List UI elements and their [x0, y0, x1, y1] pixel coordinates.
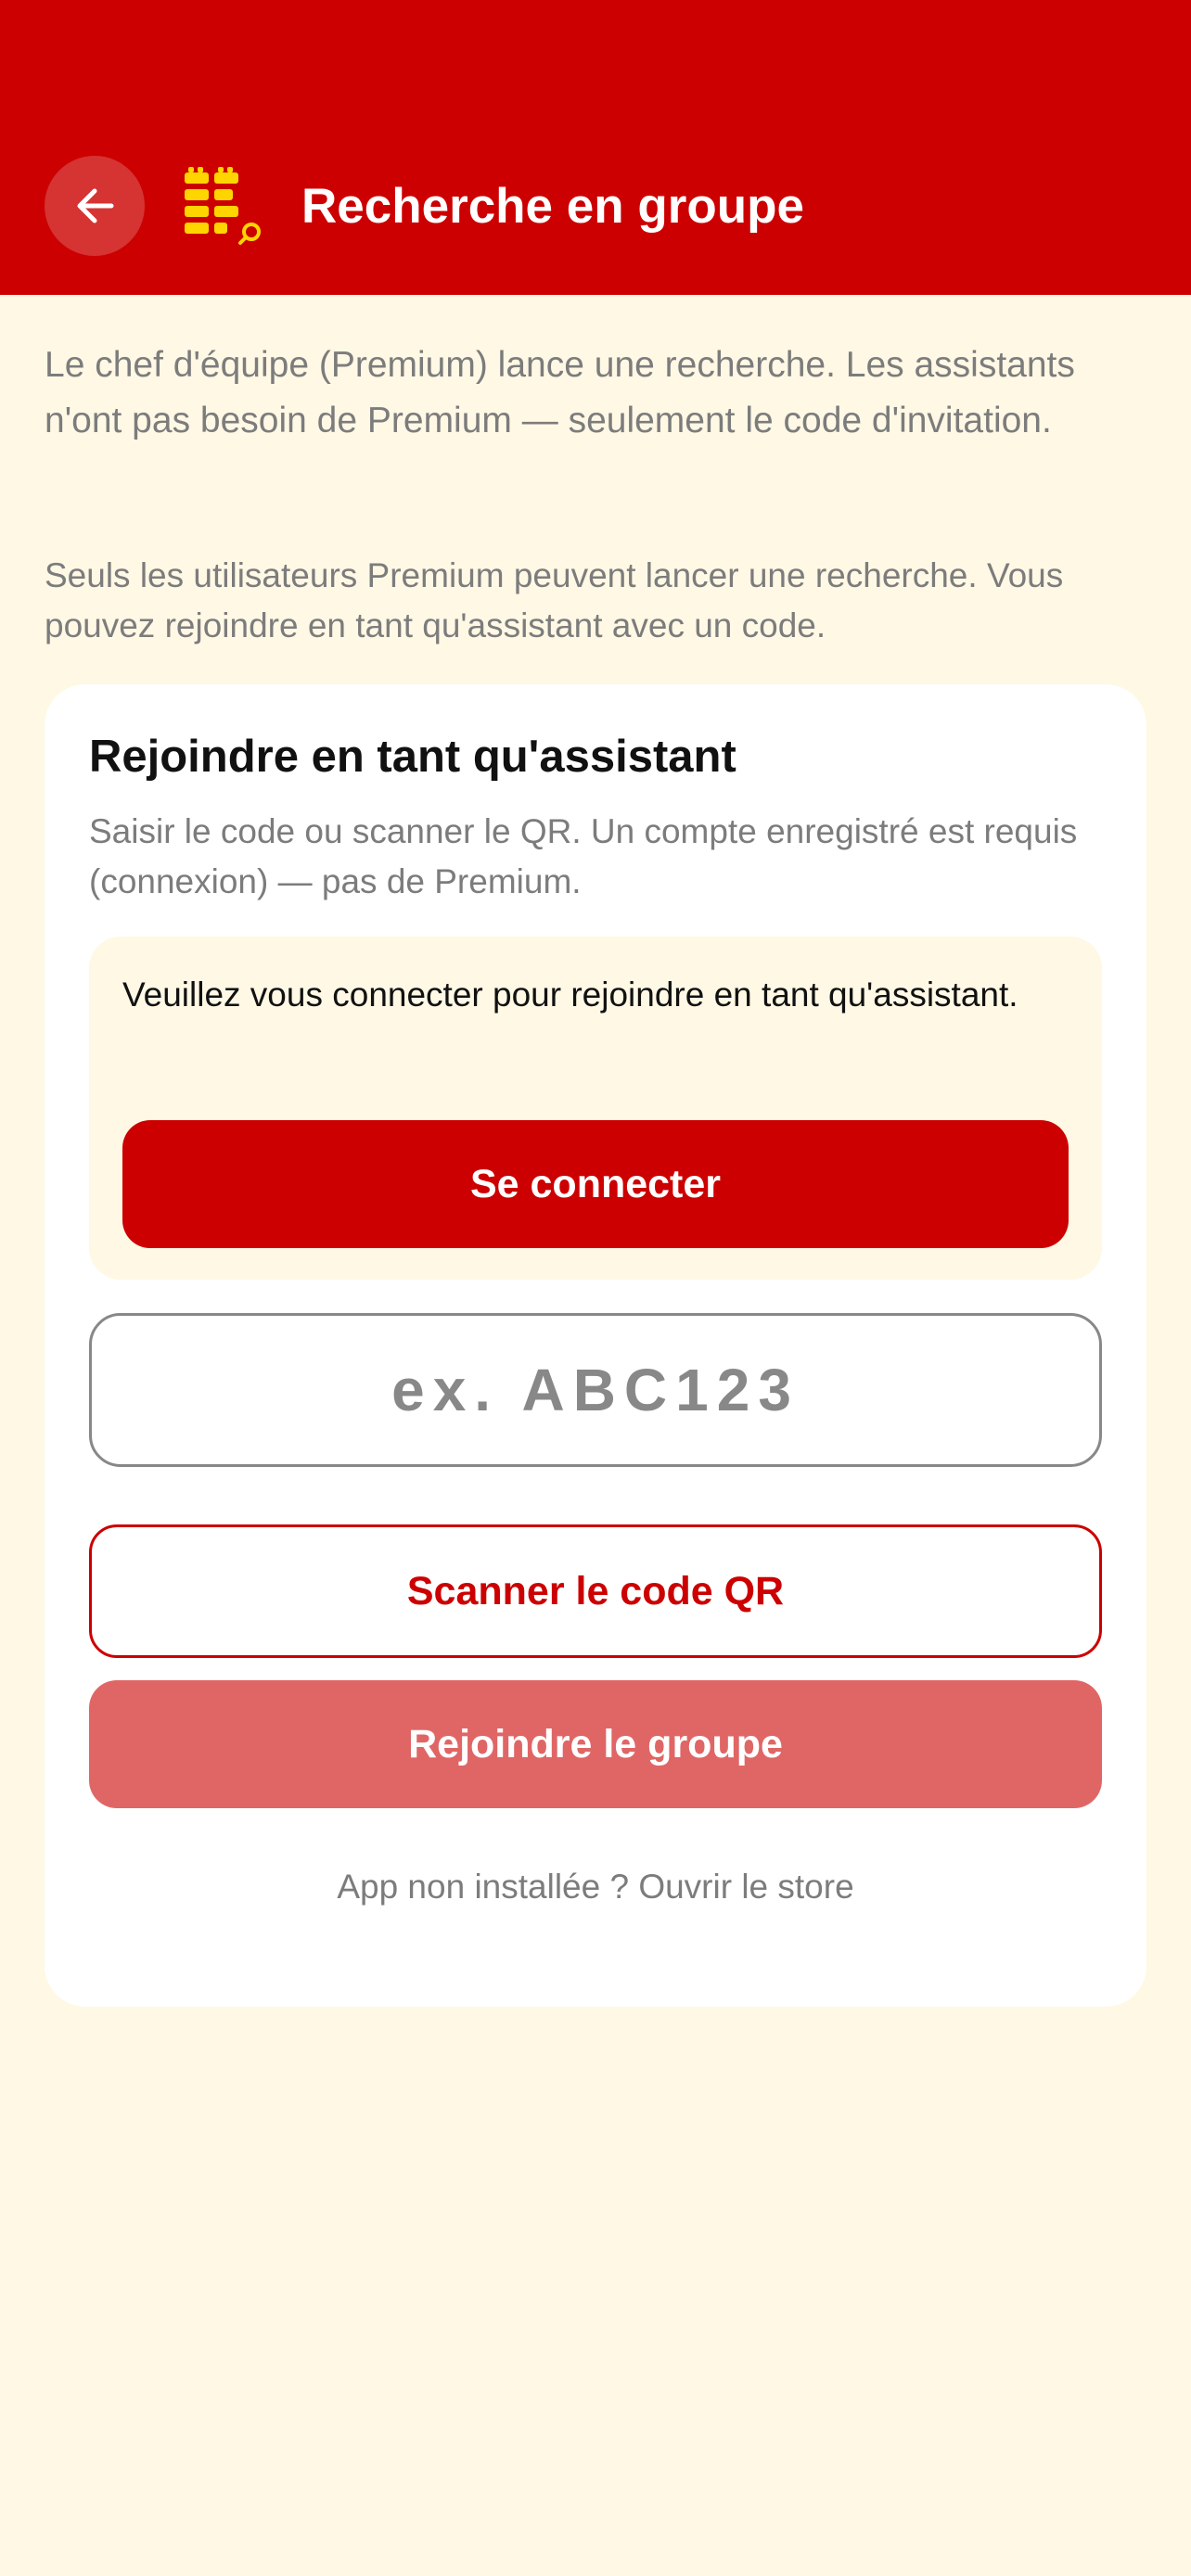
- login-prompt-text: Veuillez vous connecter pour rejoindre e…: [122, 976, 1018, 1014]
- invite-code-input[interactable]: [89, 1313, 1102, 1467]
- brick-search-logo-icon: [185, 167, 261, 245]
- back-button[interactable]: [45, 156, 145, 256]
- card-title: Rejoindre en tant qu'assistant: [89, 732, 736, 782]
- scan-qr-button[interactable]: Scanner le code QR: [89, 1524, 1102, 1658]
- join-assistant-card: Rejoindre en tant qu'assistant Saisir le…: [45, 684, 1146, 2007]
- app-header: Recherche en groupe: [0, 0, 1191, 295]
- premium-notice: Seuls les utilisateurs Premium peuvent l…: [45, 556, 1064, 644]
- open-store-link[interactable]: App non installée ? Ouvrir le store: [45, 1864, 1146, 1910]
- intro-text: Le chef d'équipe (Premium) lance une rec…: [45, 345, 1075, 440]
- card-subtitle: Saisir le code ou scanner le QR. Un comp…: [89, 812, 1078, 900]
- login-prompt-box: Veuillez vous connecter pour rejoindre e…: [89, 937, 1102, 1280]
- join-group-button[interactable]: Rejoindre le groupe: [89, 1680, 1102, 1808]
- login-button[interactable]: Se connecter: [122, 1120, 1069, 1248]
- page-title: Recherche en groupe: [301, 179, 804, 234]
- arrow-left-icon: [77, 188, 114, 223]
